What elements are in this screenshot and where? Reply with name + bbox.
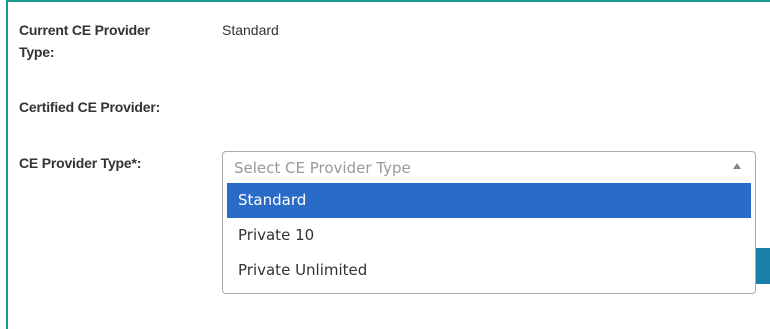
option-standard[interactable]: Standard	[227, 183, 751, 218]
option-private-unlimited[interactable]: Private Unlimited	[227, 253, 751, 288]
current-provider-type-label: Current CE Provider Type:	[19, 19, 150, 63]
triangle-up-icon	[733, 163, 741, 169]
partially-hidden-button[interactable]	[756, 248, 770, 284]
option-private-10[interactable]: Private 10	[227, 218, 751, 253]
select-placeholder: Select CE Provider Type	[234, 159, 411, 177]
current-provider-type-value: Standard	[222, 22, 279, 38]
certified-provider-label: Certified CE Provider:	[19, 99, 161, 115]
current-provider-type-label-line2: Type:	[19, 44, 55, 60]
provider-type-label: CE Provider Type*:	[19, 155, 142, 171]
provider-type-select[interactable]: Select CE Provider Type	[222, 151, 756, 183]
current-provider-type-label-line1: Current CE Provider	[19, 22, 150, 38]
provider-type-dropdown: Standard Private 10 Private Unlimited	[222, 182, 756, 294]
